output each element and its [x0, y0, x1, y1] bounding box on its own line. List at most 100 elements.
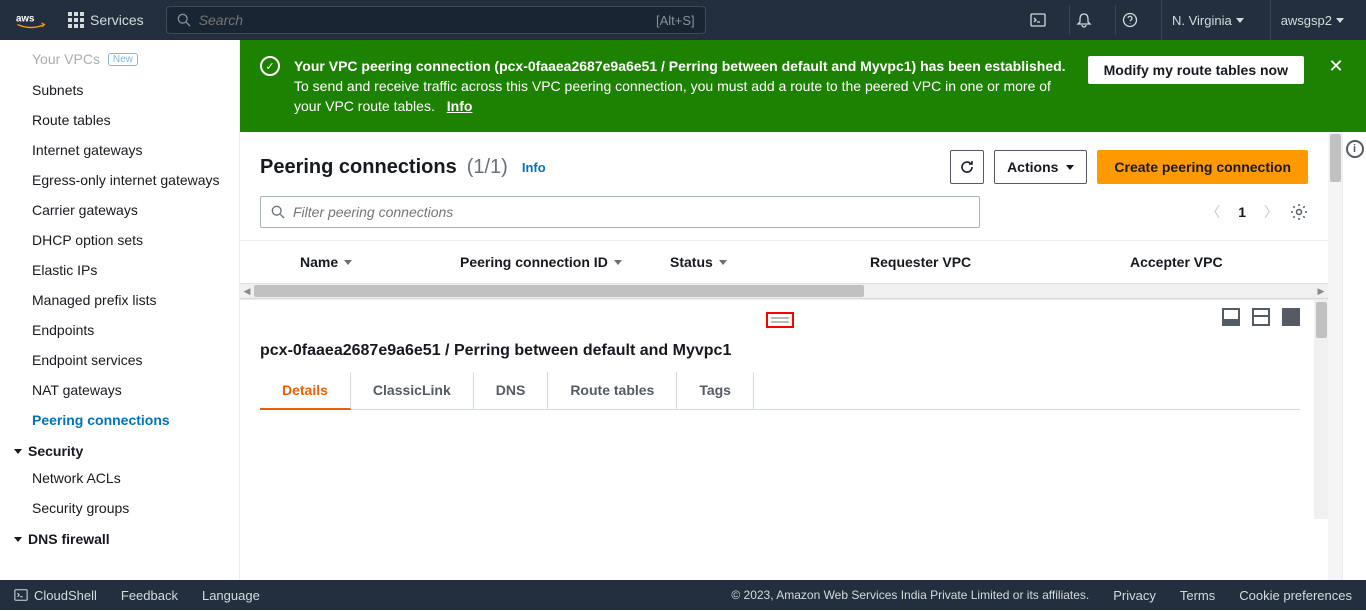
info-panel-toggle[interactable]: i: [1346, 140, 1364, 158]
sidebar-item-security-groups[interactable]: Security groups: [0, 493, 239, 523]
sidebar[interactable]: Your VPCs New Subnets Route tables Inter…: [0, 40, 240, 580]
sidebar-item-nat-gateways[interactable]: NAT gateways: [0, 375, 239, 405]
new-badge: New: [108, 53, 138, 66]
sidebar-item-egress-only-igw[interactable]: Egress-only internet gateways: [0, 165, 239, 195]
page-title: Peering connections: [260, 156, 457, 179]
search-icon: [271, 205, 285, 219]
create-peering-connection-button[interactable]: Create peering connection: [1097, 150, 1308, 184]
section-title: Security: [28, 443, 83, 459]
detail-scrollbar[interactable]: [1314, 300, 1328, 519]
tab-dns[interactable]: DNS: [474, 372, 549, 409]
horizontal-scrollbar[interactable]: ◀ ▶: [240, 283, 1328, 298]
actions-label: Actions: [1007, 159, 1058, 175]
section-title: DNS firewall: [28, 531, 110, 547]
vertical-scrollbar[interactable]: [1328, 132, 1342, 580]
sort-icon: [344, 260, 352, 265]
content-area[interactable]: Peering connections (1/1) Info Actions C…: [240, 132, 1342, 580]
sidebar-item-endpoints[interactable]: Endpoints: [0, 315, 239, 345]
aws-logo[interactable]: aws: [16, 11, 46, 29]
hscroll-right[interactable]: ▶: [1314, 284, 1328, 299]
success-alert: ✓ Your VPC peering connection (pcx-0faae…: [240, 40, 1366, 132]
main-content: ✓ Your VPC peering connection (pcx-0faae…: [240, 40, 1366, 580]
column-accepter-vpc[interactable]: Accepter VPC: [1122, 254, 1322, 270]
sidebar-item-managed-prefix-lists[interactable]: Managed prefix lists: [0, 285, 239, 315]
layout-controls: [1222, 308, 1300, 326]
cookie-preferences-link[interactable]: Cookie preferences: [1239, 588, 1352, 603]
alert-close-button[interactable]: ✕: [1326, 56, 1346, 76]
filter-input-wrap[interactable]: [260, 196, 980, 228]
page-count: (1/1): [467, 156, 508, 179]
sidebar-item-dhcp-option-sets[interactable]: DHCP option sets: [0, 225, 239, 255]
pager: 〈 1 〉: [1206, 202, 1278, 222]
sidebar-item-your-vpcs[interactable]: Your VPCs New: [0, 44, 239, 75]
table-settings-button[interactable]: [1290, 203, 1308, 221]
detail-panel: pcx-0faaea2687e9a6e51 / Perring between …: [240, 299, 1328, 519]
layout-bottom-icon[interactable]: [1222, 308, 1240, 326]
filter-input[interactable]: [293, 204, 969, 220]
cloudshell-link[interactable]: CloudShell: [14, 588, 97, 603]
sidebar-item-subnets[interactable]: Subnets: [0, 75, 239, 105]
sidebar-item-label: Subnets: [32, 82, 83, 98]
privacy-link[interactable]: Privacy: [1113, 588, 1156, 603]
sort-icon: [719, 260, 727, 265]
notifications-icon[interactable]: [1069, 5, 1099, 35]
sidebar-item-route-tables[interactable]: Route tables: [0, 105, 239, 135]
chevron-down-icon: [1066, 165, 1074, 170]
layout-full-icon[interactable]: [1282, 308, 1300, 326]
sidebar-item-internet-gateways[interactable]: Internet gateways: [0, 135, 239, 165]
sidebar-item-label: NAT gateways: [32, 382, 122, 398]
sidebar-item-carrier-gateways[interactable]: Carrier gateways: [0, 195, 239, 225]
tab-details[interactable]: Details: [260, 372, 351, 410]
alert-info-link[interactable]: Info: [447, 98, 473, 114]
tab-tags[interactable]: Tags: [677, 372, 754, 409]
grid-icon: [68, 12, 84, 28]
chevron-down-icon: [14, 537, 22, 542]
hscroll-thumb[interactable]: [254, 285, 864, 297]
feedback-link[interactable]: Feedback: [121, 588, 178, 603]
sidebar-item-label: Security groups: [32, 500, 129, 516]
chevron-down-icon: [1336, 18, 1344, 23]
sidebar-section-dns-firewall[interactable]: DNS firewall: [0, 523, 239, 551]
hscroll-left[interactable]: ◀: [240, 284, 254, 299]
sidebar-item-label: Carrier gateways: [32, 202, 138, 218]
column-requester-vpc[interactable]: Requester VPC: [862, 254, 1122, 270]
sidebar-item-label: Your VPCs: [32, 51, 100, 67]
sidebar-item-endpoint-services[interactable]: Endpoint services: [0, 345, 239, 375]
pager-next[interactable]: 〉: [1264, 202, 1278, 222]
resize-handle[interactable]: [766, 312, 794, 328]
modify-route-tables-button[interactable]: Modify my route tables now: [1088, 56, 1304, 84]
pager-prev[interactable]: 〈: [1206, 202, 1220, 222]
search-input[interactable]: [199, 12, 648, 28]
language-link[interactable]: Language: [202, 588, 260, 603]
column-peering-id[interactable]: Peering connection ID: [452, 254, 662, 270]
services-menu[interactable]: Services: [62, 8, 150, 32]
sidebar-section-security[interactable]: Security: [0, 435, 239, 463]
actions-dropdown[interactable]: Actions: [994, 150, 1087, 184]
layout-split-icon[interactable]: [1252, 308, 1270, 326]
terms-link[interactable]: Terms: [1180, 588, 1215, 603]
tab-classiclink[interactable]: ClassicLink: [351, 372, 474, 409]
tab-route-tables[interactable]: Route tables: [548, 372, 677, 409]
sidebar-item-label: DHCP option sets: [32, 232, 143, 248]
sidebar-item-network-acls[interactable]: Network ACLs: [0, 463, 239, 493]
help-icon[interactable]: [1115, 5, 1145, 35]
region-selector[interactable]: N. Virginia: [1161, 0, 1254, 40]
chevron-down-icon: [14, 449, 22, 454]
detail-resize-bar: [260, 308, 1300, 332]
cloudshell-icon[interactable]: [1023, 5, 1053, 35]
page-info-link[interactable]: Info: [522, 160, 546, 175]
sidebar-item-label: Peering connections: [32, 412, 170, 428]
sidebar-item-elastic-ips[interactable]: Elastic IPs: [0, 255, 239, 285]
column-status[interactable]: Status: [662, 254, 862, 270]
search-shortcut: [Alt+S]: [656, 13, 695, 28]
chevron-down-icon: [1236, 18, 1244, 23]
sidebar-item-label: Internet gateways: [32, 142, 143, 158]
pager-current: 1: [1238, 204, 1246, 220]
refresh-button[interactable]: [950, 150, 984, 184]
sidebar-item-peering-connections[interactable]: Peering connections: [0, 405, 239, 435]
column-name[interactable]: Name: [292, 254, 452, 270]
account-menu[interactable]: awsgsp2: [1270, 0, 1354, 40]
sidebar-item-label: Endpoints: [32, 322, 94, 338]
sidebar-item-label: Route tables: [32, 112, 111, 128]
global-search[interactable]: [Alt+S]: [166, 6, 706, 34]
